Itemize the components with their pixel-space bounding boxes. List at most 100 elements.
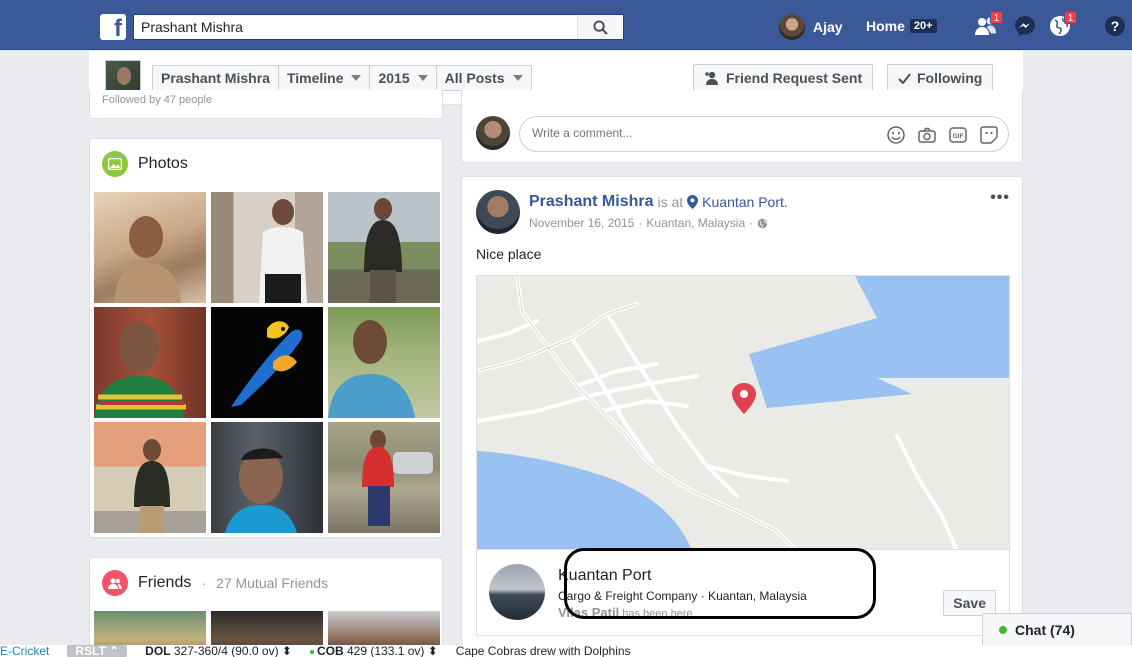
photo-thumbnail[interactable] bbox=[94, 307, 206, 418]
search-bar bbox=[133, 14, 624, 40]
photos-card: Photos bbox=[89, 138, 443, 538]
photos-icon bbox=[102, 151, 128, 177]
live-dot bbox=[309, 649, 314, 654]
map-graphic bbox=[477, 276, 1009, 549]
timeline-label: Timeline bbox=[286, 70, 344, 86]
author-avatar[interactable] bbox=[476, 190, 520, 234]
messenger-icon bbox=[1015, 16, 1035, 36]
place-category: Cargo & Freight Company · Kuantan, Malay… bbox=[558, 589, 807, 603]
posts-filter-selector[interactable]: All Posts bbox=[437, 66, 531, 90]
home-label: Home bbox=[866, 18, 905, 34]
comment-box: GIF bbox=[519, 116, 1009, 152]
gif-icon[interactable]: GIF bbox=[948, 125, 967, 144]
profile-name: Prashant Mishra bbox=[161, 70, 270, 86]
chat-label: Chat (74) bbox=[1015, 621, 1075, 638]
year-selector[interactable]: 2015 bbox=[370, 66, 437, 90]
ticker-team-1: DOL bbox=[145, 645, 171, 657]
comment-input[interactable] bbox=[532, 126, 872, 140]
online-status-dot bbox=[999, 625, 1007, 634]
year-label: 2015 bbox=[378, 70, 410, 86]
friend-requests-badge: 1 bbox=[990, 11, 1003, 24]
following-button[interactable]: Following bbox=[887, 64, 994, 92]
home-link[interactable]: Home 20+ bbox=[866, 18, 937, 34]
place-thumbnail[interactable] bbox=[489, 564, 545, 620]
photos-card-header[interactable]: Photos bbox=[102, 151, 188, 177]
author-name-link[interactable]: Prashant Mishra bbox=[529, 193, 653, 211]
mutual-friends-count: 27 Mutual Friends bbox=[216, 575, 329, 591]
add-friend-icon bbox=[705, 71, 718, 85]
friends-icon bbox=[102, 570, 128, 596]
ticker-score-2: 429 (133.1 ov) ⬍ bbox=[347, 645, 438, 657]
visitor-name[interactable]: Vilas Patil bbox=[558, 605, 619, 620]
photo-thumbnail[interactable] bbox=[94, 192, 206, 303]
place-info-card: Kuantan Port Cargo & Freight Company · K… bbox=[476, 548, 1010, 636]
profile-link[interactable]: Ajay bbox=[779, 14, 843, 40]
photos-title: Photos bbox=[138, 155, 188, 172]
post-meta: November 16, 2015 · Kuantan, Malaysia · bbox=[529, 216, 768, 230]
chevron-down-icon bbox=[512, 75, 523, 81]
photo-thumbnail[interactable] bbox=[328, 422, 440, 533]
photo-thumbnail[interactable] bbox=[328, 307, 440, 418]
photo-thumbnail[interactable] bbox=[211, 307, 323, 418]
sticker-icon[interactable] bbox=[979, 125, 998, 144]
chat-tab[interactable]: Chat (74) bbox=[982, 613, 1132, 645]
place-link[interactable]: Kuantan Port. bbox=[702, 194, 788, 210]
public-globe-icon[interactable] bbox=[757, 218, 768, 229]
facebook-logo-icon[interactable]: f bbox=[100, 14, 126, 40]
commenter-avatar bbox=[476, 116, 510, 150]
search-icon bbox=[593, 19, 608, 35]
timeline-selector[interactable]: Timeline bbox=[279, 66, 371, 90]
ticker-result-pill[interactable]: RSLT ⌃ bbox=[67, 645, 128, 657]
svg-text:?: ? bbox=[1111, 18, 1120, 34]
home-count-badge: 20+ bbox=[909, 19, 937, 33]
help-icon: ? bbox=[1105, 16, 1125, 36]
friend-requests-button[interactable]: 1 bbox=[973, 11, 1003, 38]
location-pin-icon bbox=[687, 195, 699, 209]
chevron-down-icon bbox=[351, 75, 362, 81]
friend-request-sent-button[interactable]: Friend Request Sent bbox=[693, 64, 874, 92]
help-button[interactable]: ? bbox=[1102, 14, 1128, 38]
post-text: Nice place bbox=[476, 246, 542, 262]
checkin-post: Prashant Mishra is at Kuantan Port. Nove… bbox=[461, 176, 1023, 646]
meta-separator: · bbox=[749, 216, 754, 230]
post-location[interactable]: Kuantan, Malaysia bbox=[646, 216, 745, 230]
ticker-brand[interactable]: E-Cricket bbox=[0, 645, 49, 657]
timeline-navigation: Prashant Mishra Timeline 2015 All Posts bbox=[152, 65, 532, 91]
friends-title: Friends bbox=[138, 574, 192, 591]
notifications-button[interactable]: 1 bbox=[1047, 11, 1077, 38]
visitor-suffix: has been here bbox=[622, 608, 693, 620]
svg-text:GIF: GIF bbox=[952, 133, 963, 140]
intro-card-fragment: Followed by 47 people bbox=[89, 90, 443, 119]
location-map[interactable] bbox=[476, 275, 1010, 550]
chevron-down-icon bbox=[417, 75, 428, 81]
profile-name-link[interactable]: Prashant Mishra bbox=[153, 66, 279, 90]
place-visitors: Vilas Patil has been here bbox=[558, 605, 693, 620]
following-label: Following bbox=[917, 70, 983, 86]
checkmark-icon bbox=[898, 72, 911, 84]
search-input[interactable] bbox=[134, 15, 581, 39]
friends-separator: · bbox=[201, 575, 207, 591]
notifications-badge: 1 bbox=[1064, 11, 1077, 24]
messages-button[interactable] bbox=[1012, 14, 1038, 38]
friends-card-header[interactable]: Friends · 27 Mutual Friends bbox=[102, 570, 328, 596]
more-options-icon[interactable]: ••• bbox=[990, 189, 1010, 207]
search-button[interactable] bbox=[577, 15, 623, 39]
ticker-score-1: 327-360/4 (90.0 ov) ⬍ bbox=[173, 645, 292, 657]
comment-composer: GIF bbox=[461, 90, 1023, 163]
place-name[interactable]: Kuantan Port bbox=[558, 567, 651, 585]
camera-icon[interactable] bbox=[917, 125, 936, 144]
user-avatar bbox=[779, 14, 805, 40]
photo-thumbnail[interactable] bbox=[328, 192, 440, 303]
friend-request-sent-label: Friend Request Sent bbox=[726, 70, 863, 86]
photo-thumbnail[interactable] bbox=[94, 422, 206, 533]
photo-thumbnail[interactable] bbox=[211, 192, 323, 303]
photo-thumbnail[interactable] bbox=[211, 422, 323, 533]
posts-filter-label: All Posts bbox=[444, 70, 505, 86]
score-ticker: E-Cricket RSLT ⌃ DOL 327-360/4 (90.0 ov)… bbox=[0, 645, 1132, 657]
comment-tools: GIF bbox=[886, 125, 998, 144]
friends-card: Friends · 27 Mutual Friends bbox=[89, 557, 443, 657]
meta-separator: · bbox=[638, 216, 643, 230]
top-navigation-bar: f Ajay Home 20+ 1 1 ? bbox=[0, 0, 1132, 50]
post-date[interactable]: November 16, 2015 bbox=[529, 216, 634, 230]
emoji-icon[interactable] bbox=[886, 125, 905, 144]
